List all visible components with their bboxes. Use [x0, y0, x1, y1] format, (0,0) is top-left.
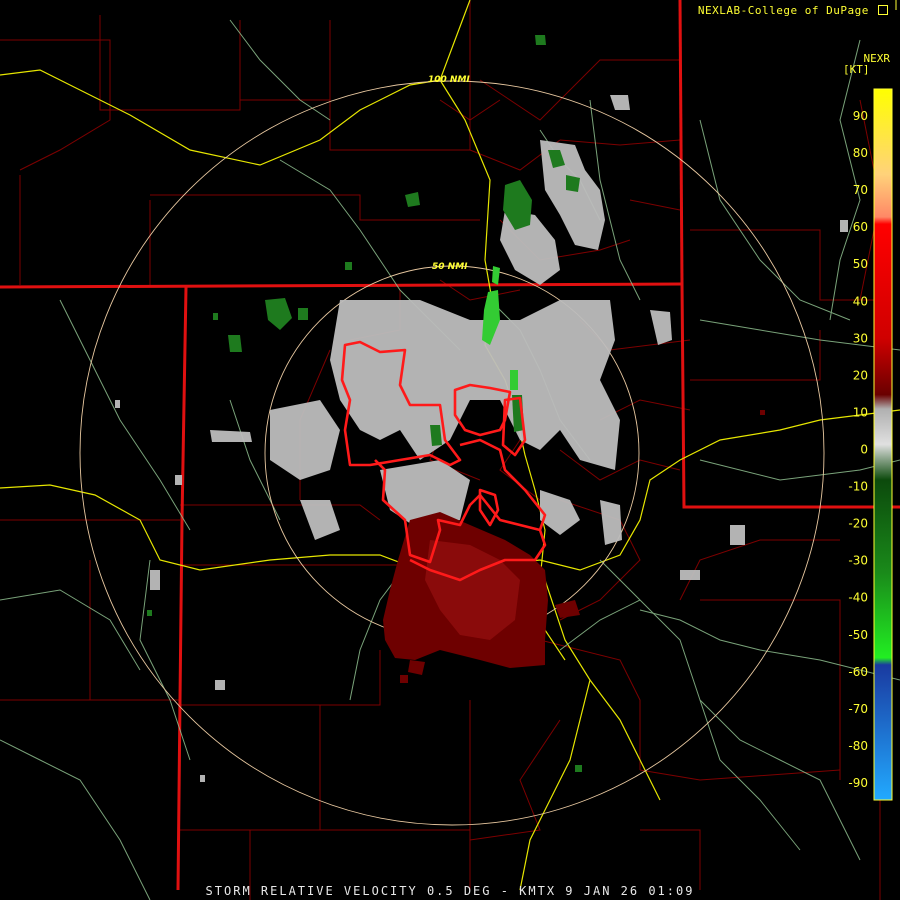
ring-label-100: 100 NMI — [428, 75, 470, 85]
radar-echoes — [115, 35, 848, 782]
credit-label[interactable]: NEXLAB-College of DuPage — [698, 4, 869, 17]
legend-tick-label: 60 — [853, 220, 868, 234]
legend-tick-label: 10 — [853, 405, 868, 419]
county-lines — [0, 0, 881, 900]
legend-tick-label: -70 — [848, 702, 868, 716]
credit-text[interactable]: NEXLAB-College of DuPage — [698, 4, 888, 17]
external-link-icon[interactable] — [878, 5, 888, 15]
legend-tick-label: 80 — [853, 146, 868, 160]
legend-tick-label: -30 — [848, 554, 868, 568]
legend-tick-label: -60 — [848, 665, 868, 679]
legend-tick-label: 70 — [853, 183, 868, 197]
footer-title: STORM RELATIVE VELOCITY 0.5 DEG - KMTX 9… — [205, 884, 695, 898]
legend-tick-label: -50 — [848, 628, 868, 642]
units-label: [KT] — [843, 63, 870, 76]
legend-tick-label: 20 — [853, 368, 868, 382]
legend-bar — [873, 88, 893, 801]
roads — [0, 19, 900, 900]
legend-tick-label: 50 — [853, 257, 868, 271]
legend-ticks: 90 80 70 60 50 40 30 20 10 0 -10 -20 -30 -40 -50 -60 -70… — [848, 109, 868, 790]
legend-tick-label: 90 — [853, 109, 868, 123]
legend: 90 80 70 60 50 40 30 20 10 0 -10 -20 -30 -40 -50 -60 -70… — [848, 88, 893, 801]
neutral-echoes — [115, 95, 848, 782]
legend-tick-label: -80 — [848, 739, 868, 753]
range-rings — [79, 80, 825, 826]
legend-tick-label: -90 — [848, 776, 868, 790]
legend-tick-label: 30 — [853, 331, 868, 345]
legend-tick-label: -10 — [848, 480, 868, 494]
legend-tick-label: -20 — [848, 517, 868, 531]
legend-tick-label: 40 — [853, 294, 868, 308]
legend-tick-label: -40 — [848, 591, 868, 605]
ring-label-50: 50 NMI — [432, 262, 468, 272]
legend-tick-label: 0 — [860, 443, 868, 457]
range-ring-100 — [79, 80, 825, 826]
radar-map: 50 NMI 100 NMI 9080706050403020100-10-20… — [0, 0, 900, 900]
